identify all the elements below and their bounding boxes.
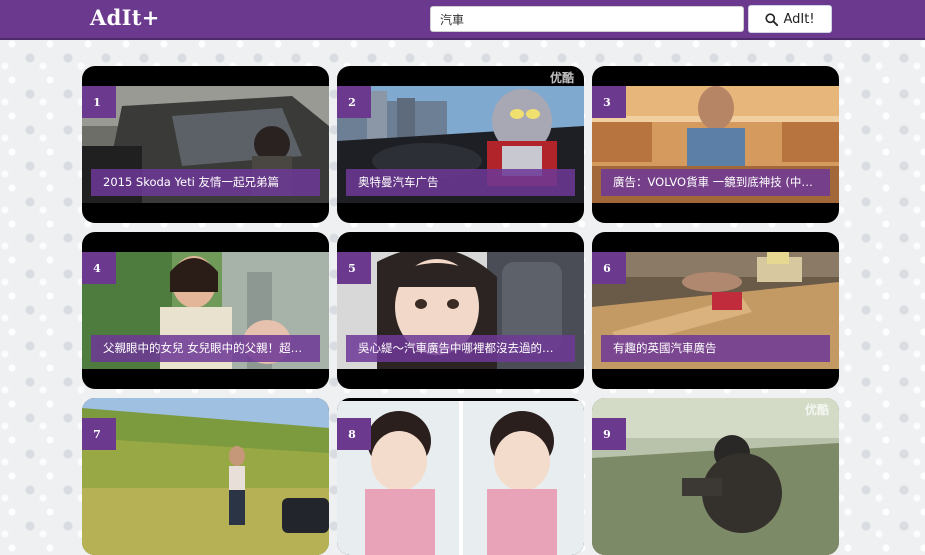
video-title[interactable]: 奥特曼汽车广告 <box>346 169 575 196</box>
video-card[interactable]: 4 父親眼中的女兒 女兒眼中的父親！超感... <box>82 232 329 389</box>
rank-badge: 9 <box>592 418 626 450</box>
rank-badge: 2 <box>337 86 371 118</box>
rank-badge: 6 <box>592 252 626 284</box>
search-button-label: AdIt! <box>783 11 815 27</box>
video-card[interactable]: 8 <box>337 398 584 555</box>
watermark: 优酷 <box>549 71 574 85</box>
search-icon <box>765 12 779 26</box>
rank-badge: 1 <box>82 86 116 118</box>
video-title[interactable]: 有趣的英國汽車廣告 <box>601 335 830 362</box>
video-title[interactable]: 父親眼中的女兒 女兒眼中的父親！超感... <box>91 335 320 362</box>
top-nav-bar: AdIt+ AdIt! <box>0 0 925 40</box>
video-thumbnail <box>592 398 839 555</box>
video-thumbnail <box>82 398 329 555</box>
logo[interactable]: AdIt+ <box>90 5 160 30</box>
rank-badge: 3 <box>592 86 626 118</box>
video-title[interactable]: 2015 Skoda Yeti 友情一起兄弟篇 <box>91 169 320 196</box>
rank-badge: 5 <box>337 252 371 284</box>
video-grid: 1 2015 Skoda Yeti 友情一起兄弟篇 优酷 2 奥特曼汽车广告 3… <box>82 66 842 555</box>
video-card[interactable]: 3 廣告：VOLVO貨車 一鏡到底神技 (中文... <box>592 66 839 223</box>
video-card[interactable]: 7 <box>82 398 329 555</box>
video-thumbnail <box>337 401 584 555</box>
search-input[interactable] <box>430 6 744 32</box>
video-card[interactable]: 6 有趣的英國汽車廣告 <box>592 232 839 389</box>
video-title[interactable]: 吳心緹～汽車廣告中哪裡都沒去過的小... <box>346 335 575 362</box>
video-card[interactable]: 优酷 2 奥特曼汽车广告 <box>337 66 584 223</box>
search-button[interactable]: AdIt! <box>748 5 832 33</box>
video-title[interactable]: 廣告：VOLVO貨車 一鏡到底神技 (中文... <box>601 169 830 196</box>
video-card[interactable]: 5 吳心緹～汽車廣告中哪裡都沒去過的小... <box>337 232 584 389</box>
video-card[interactable]: 优酷 9 <box>592 398 839 555</box>
rank-badge: 7 <box>82 418 116 450</box>
watermark: 优酷 <box>804 403 829 417</box>
rank-badge: 8 <box>337 418 371 450</box>
rank-badge: 4 <box>82 252 116 284</box>
video-card[interactable]: 1 2015 Skoda Yeti 友情一起兄弟篇 <box>82 66 329 223</box>
